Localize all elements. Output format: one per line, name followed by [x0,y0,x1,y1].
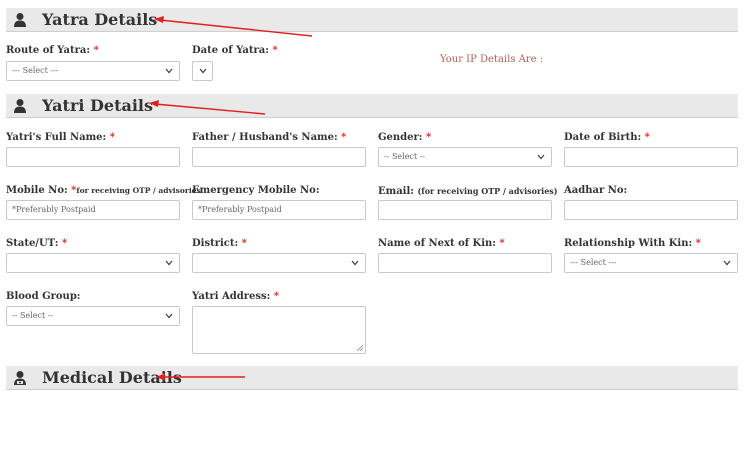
doctor-icon [14,371,26,385]
user-icon [14,99,26,113]
mobile-no-label: Mobile No: *for receiving OTP / advisori… [6,185,201,196]
state-ut-label: State/UT: * [6,238,68,249]
gender-select[interactable]: -- Select -- [378,147,552,167]
email-label: Email: (for receiving OTP / advisories) [378,186,558,197]
date-of-yatra-label: Date of Yatra: * [192,45,278,56]
relationship-with-kin-select[interactable]: --- Select --- [564,253,738,273]
section-title-yatra: Yatra Details [42,10,158,29]
section-title-yatri: Yatri Details [42,96,153,115]
resize-handle-icon[interactable] [357,345,363,351]
medical-details-header: Medical Details [6,366,738,390]
chevron-down-icon [199,68,207,74]
full-name-label: Yatri's Full Name: * [6,132,115,143]
relationship-with-kin-label: Relationship With Kin: * [564,238,701,249]
chevron-down-icon [351,260,359,266]
yatri-address-label: Yatri Address: * [192,291,280,302]
state-ut-select[interactable] [6,253,180,273]
district-label: District: * [192,238,247,249]
mobile-no-input[interactable]: *Preferably Postpaid [6,200,180,220]
aadhar-no-label: Aadhar No: [564,185,628,196]
blood-group-label: Blood Group: [6,291,81,302]
emergency-mobile-input[interactable]: *Preferably Postpaid [192,200,366,220]
date-of-birth-input[interactable] [564,147,738,167]
chevron-down-icon [723,260,731,266]
gender-label: Gender: * [378,132,432,143]
emergency-mobile-label: Emergency Mobile No: [192,185,320,196]
chevron-down-icon [165,260,173,266]
next-of-kin-label: Name of Next of Kin: * [378,238,505,249]
user-icon [14,13,26,27]
chevron-down-icon [165,313,173,319]
father-husband-name-label: Father / Husband's Name: * [192,132,347,143]
yatri-details-header: Yatri Details [6,94,738,118]
date-of-birth-label: Date of Birth: * [564,132,650,143]
date-of-yatra-select[interactable] [192,61,213,81]
chevron-down-icon [165,68,173,74]
father-husband-name-input[interactable] [192,147,366,167]
district-select[interactable] [192,253,366,273]
aadhar-no-input[interactable] [564,200,738,220]
route-of-yatra-label: Route of Yatra: * [6,45,99,56]
ip-details-text: Your IP Details Are : [440,54,544,65]
full-name-input[interactable] [6,147,180,167]
route-of-yatra-select[interactable]: --- Select --- [6,61,180,81]
annotation-arrow-yatri [149,100,266,115]
next-of-kin-input[interactable] [378,253,552,273]
annotation-arrow-yatra [154,16,313,37]
yatri-address-textarea[interactable] [192,306,366,354]
annotation-arrow-medical [156,373,245,381]
yatra-details-header: Yatra Details [6,8,738,32]
email-input[interactable] [378,200,552,220]
chevron-down-icon [537,154,545,160]
blood-group-select[interactable]: -- Select -- [6,306,180,326]
